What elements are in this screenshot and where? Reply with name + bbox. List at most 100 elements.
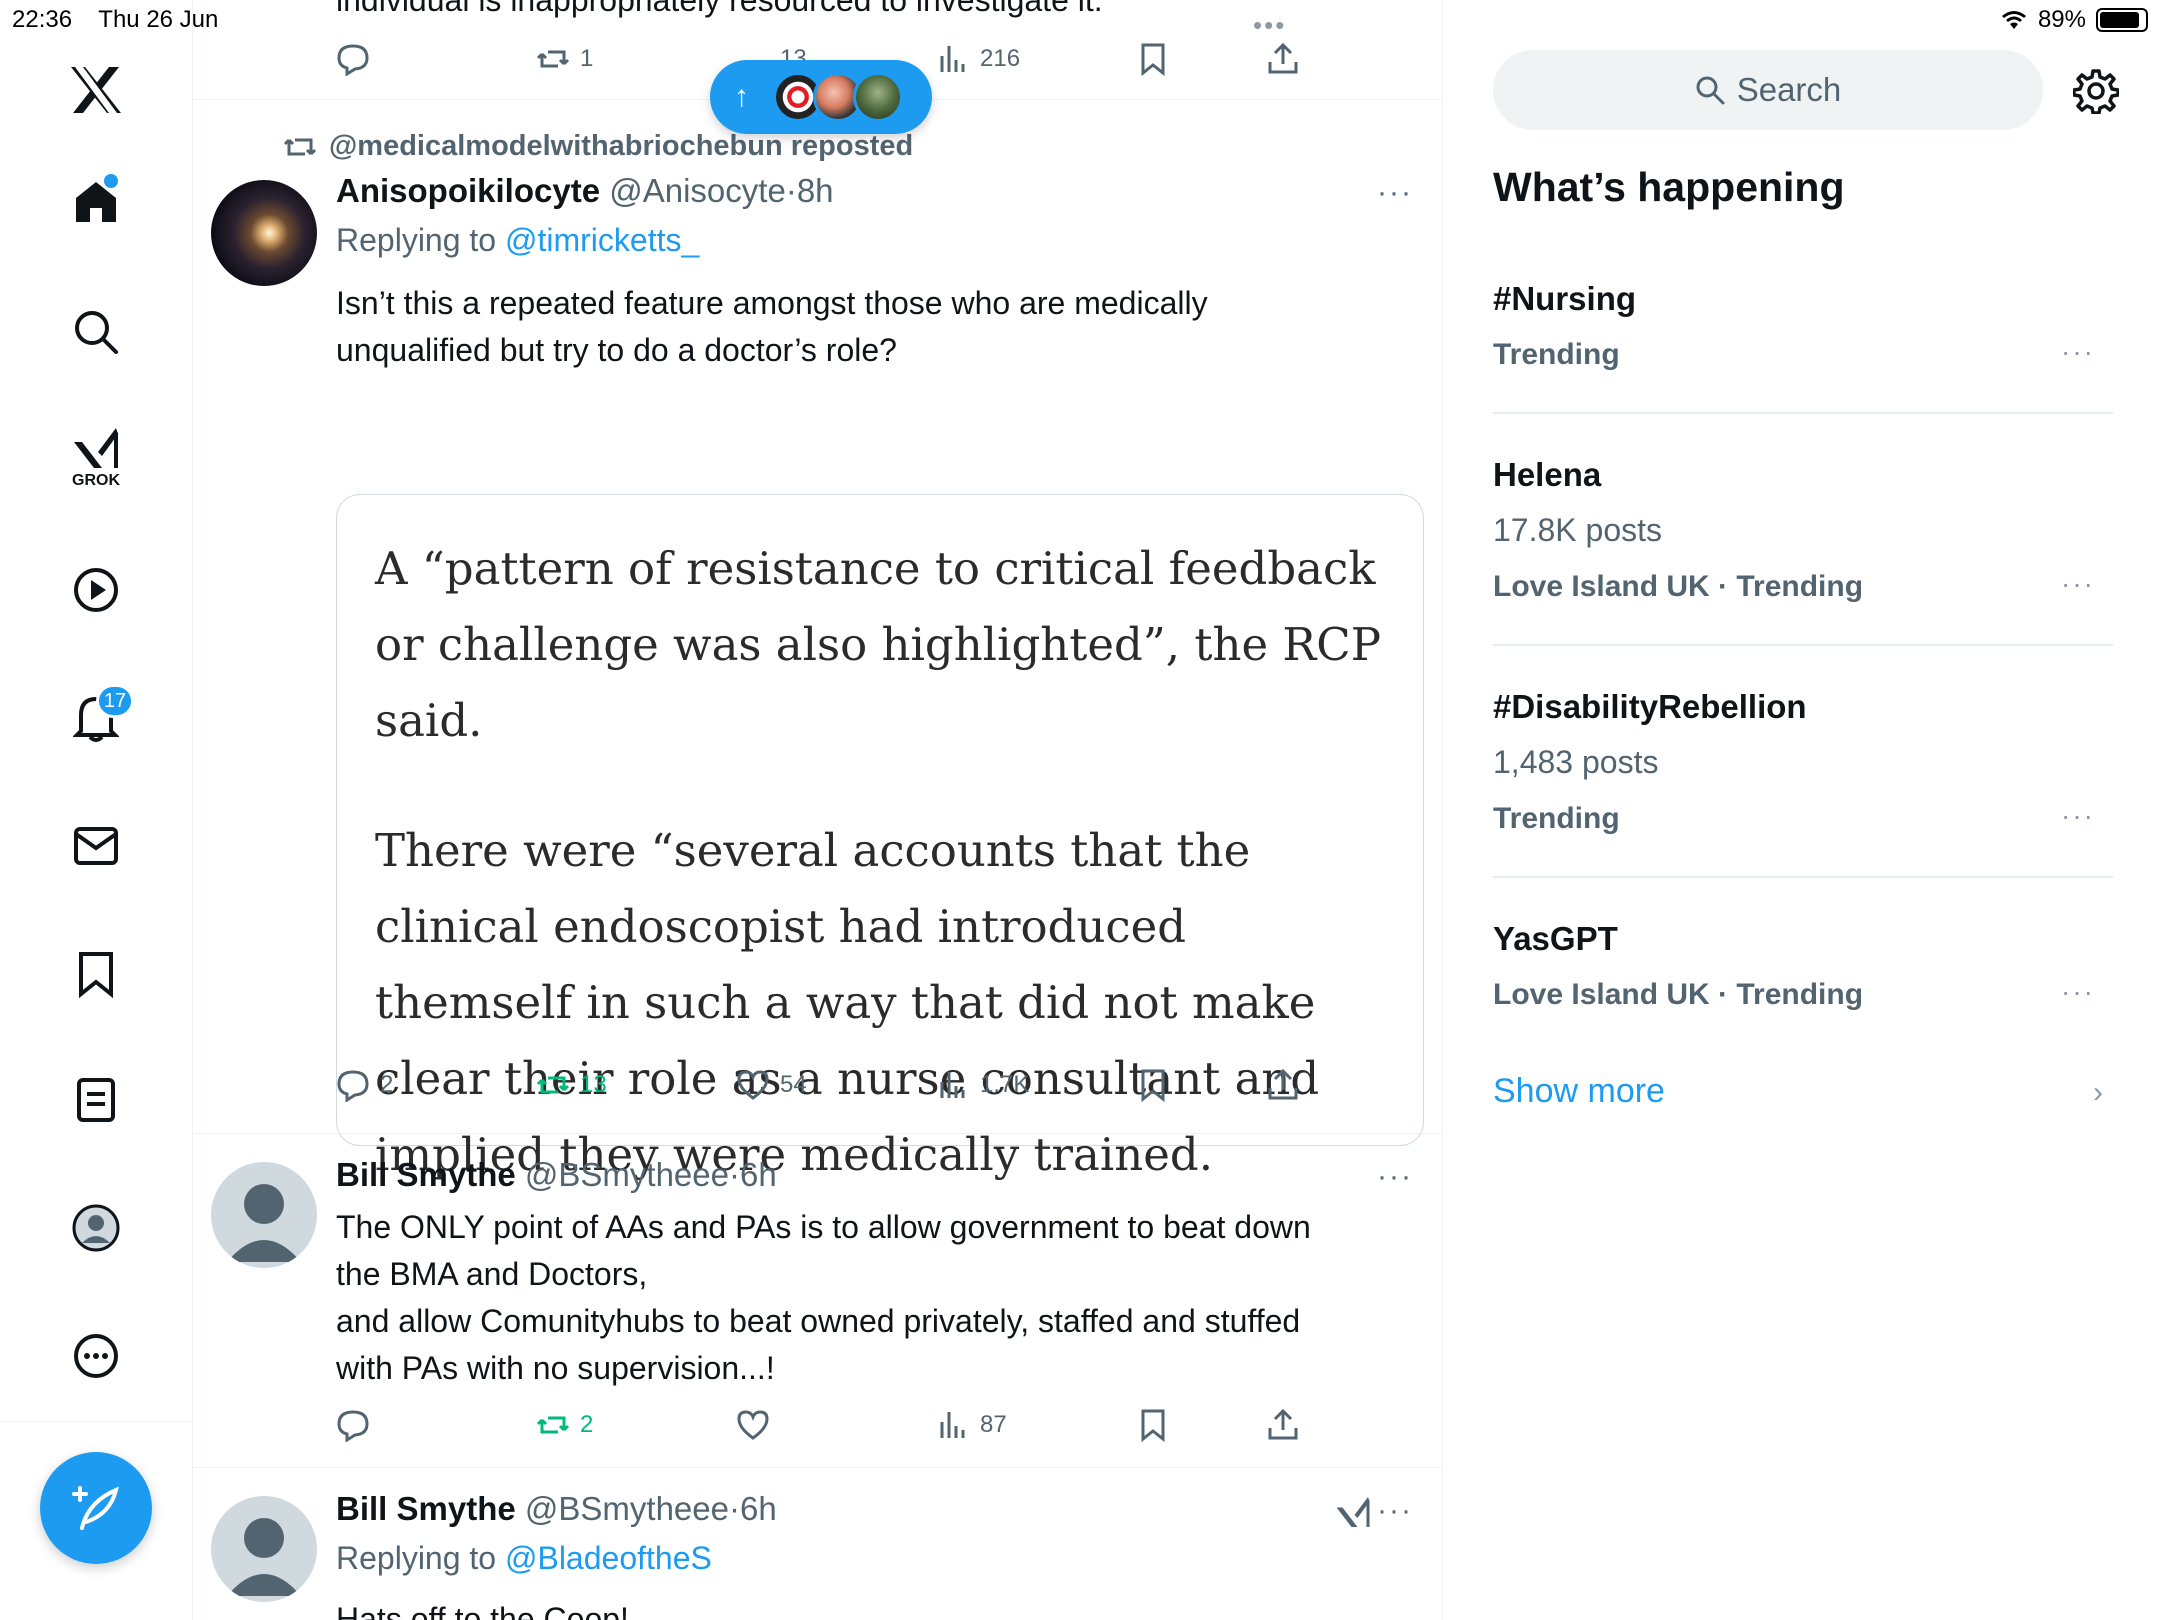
grok-icon[interactable] [1335,1494,1371,1530]
reply-count: 2 [380,1071,394,1098]
trend-more-icon[interactable]: ··· [2061,976,2095,1008]
new-posts-pill[interactable]: ↑ [710,60,932,134]
bookmark-button[interactable] [1136,1060,1170,1110]
post-header: Bill Smythe @BSmytheee·6h [336,1490,777,1528]
default-avatar-icon [227,1518,301,1596]
repost-count: 1 [580,45,594,72]
repost-button[interactable]: 2 [536,1400,593,1450]
notifications-badge: 17 [96,684,134,718]
share-button[interactable] [1266,1400,1300,1450]
post-time[interactable]: 8h [797,172,834,209]
post-more-icon[interactable]: ··· [1377,1160,1413,1194]
author-name[interactable]: Bill Smythe [336,1490,516,1527]
profile-icon[interactable] [56,1188,136,1268]
reply-button[interactable] [336,1400,370,1450]
replying-prefix: Replying to [336,222,497,258]
trend-more-icon[interactable]: ··· [2061,568,2095,600]
messages-icon[interactable] [56,806,136,886]
views-button[interactable]: 1.7K [936,1060,1029,1110]
home-unread-dot [104,174,118,188]
replying-handle-link[interactable]: @timricketts_ [505,222,699,258]
post-actions: 2 13 54 1.7K [336,1060,1316,1110]
bookmark-icon [1141,43,1165,76]
home-icon[interactable] [56,162,136,242]
repost-button[interactable]: 1 [536,34,593,84]
views-button[interactable]: 216 [936,34,1020,84]
trend-divider [1493,876,2113,878]
status-date: Thu 26 Jun [98,6,219,33]
trend-more-icon[interactable]: ··· [2061,800,2095,832]
trend-context: Love Island UK · Trending [1493,570,1864,603]
post-bill-smythe-1[interactable]: Bill Smythe @BSmytheee·6h ··· The ONLY p… [193,1134,1442,1468]
search-icon[interactable] [56,292,136,372]
repost-line-text: @medicalmodelwithabriochebun reposted [329,130,914,162]
reply-button[interactable]: 2 [336,1060,393,1110]
grok-nav-item[interactable]: GROK [56,418,136,498]
replying-to: Replying to @BladeoftheS [336,1540,712,1577]
video-icon[interactable] [56,550,136,630]
show-more-link[interactable]: Show more [1493,1072,1665,1111]
x-logo-icon[interactable] [56,50,136,130]
like-button[interactable]: 54 [736,1060,807,1110]
avatar[interactable] [211,1162,317,1268]
compose-feather-icon [72,1486,119,1530]
battery-percent: 89% [2037,6,2086,33]
avatar[interactable] [211,1496,317,1602]
trend-item[interactable]: YasGPT Love Island UK · Trending ··· [1493,916,2113,1046]
repost-button[interactable]: 13 [536,1060,607,1110]
trend-context: Trending [1493,338,1620,371]
post-time[interactable]: 6h [740,1156,777,1193]
views-icon [940,1412,965,1438]
avatar[interactable] [211,180,317,286]
bookmark-button[interactable] [1136,1400,1170,1450]
post-text: The ONLY point of AAs and PAs is to allo… [336,1204,1416,1392]
views-button[interactable]: 87 [936,1400,1007,1450]
trend-item[interactable]: #DisabilityRebellion 1,483 posts Trendin… [1493,684,2113,874]
compose-post-button[interactable] [40,1452,152,1564]
share-icon [1268,1068,1298,1100]
grok-label: GROK [72,472,120,489]
reply-icon [337,1410,369,1442]
quote-card[interactable]: A “pattern of resistance to critical fee… [336,494,1424,1181]
notifications-icon[interactable]: 17 [56,678,136,758]
quote-paragraph-1: A “pattern of resistance to critical fee… [375,542,1381,747]
views-count: 87 [980,1411,1007,1438]
left-nav: GROK 17 [0,0,193,1620]
bookmarks-icon[interactable] [56,934,136,1014]
post-text: Hats off to the Coop! [336,1601,629,1620]
reply-button[interactable] [336,34,370,84]
views-icon [940,1072,965,1098]
post-reposted[interactable]: @medicalmodelwithabriochebun reposted An… [193,100,1442,1181]
post-time[interactable]: 6h [740,1490,777,1527]
like-button[interactable] [736,1400,770,1450]
trend-item[interactable]: Helena 17.8K posts Love Island UK · Tren… [1493,452,2113,642]
chevron-right-icon: › [2093,1076,2103,1109]
author-name[interactable]: Anisopoikilocyte [336,172,600,209]
bookmark-button[interactable] [1136,34,1170,84]
gear-icon[interactable] [2073,68,2119,114]
trend-title: #Nursing [1493,280,1637,317]
share-button[interactable] [1266,34,1300,84]
post-header: Anisopoikilocyte @Anisocyte·8h [336,172,834,210]
search-input[interactable]: Search [1493,50,2043,130]
author-handle[interactable]: @BSmytheee [525,1490,729,1527]
lists-icon[interactable] [56,1060,136,1140]
trend-item[interactable]: #Nursing Trending ··· [1493,276,2113,416]
post-more-icon[interactable]: ··· [1377,176,1413,210]
search-placeholder: Search [1736,71,1842,108]
repost-count: 13 [580,1071,607,1098]
author-name[interactable]: Bill Smythe [336,1156,516,1193]
author-handle[interactable]: @BSmytheee [525,1156,729,1193]
status-bar: 22:36 Thu 26 Jun 89% [0,0,2160,40]
post-text-line: the BMA and Doctors, [336,1256,648,1292]
post-bill-smythe-2[interactable]: Bill Smythe @BSmytheee·6h ··· Replying t… [193,1468,1442,1620]
like-count: 54 [780,1071,807,1098]
share-button[interactable] [1266,1060,1300,1110]
more-options-icon[interactable] [56,1316,136,1396]
trend-more-icon[interactable]: ··· [2061,336,2095,368]
author-handle[interactable]: @Anisocyte [609,172,786,209]
post-actions: 2 87 [336,1400,1316,1450]
status-time: 22:36 [12,6,73,33]
replying-handle-link[interactable]: @BladeoftheS [505,1540,712,1576]
post-more-icon[interactable]: ··· [1377,1494,1413,1528]
